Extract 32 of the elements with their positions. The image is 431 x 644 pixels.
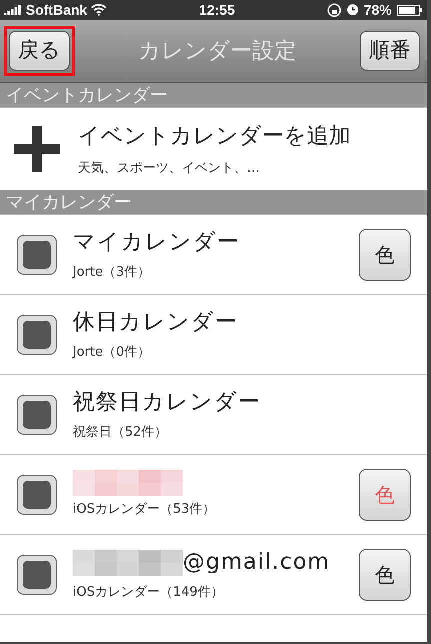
signal-icon [4, 4, 22, 16]
calendar-source: Jorte（3件） [73, 264, 152, 282]
calendar-source: 祝祭日（52件） [73, 424, 169, 442]
checkbox[interactable] [17, 474, 57, 514]
battery-icon [396, 4, 423, 16]
calendar-source: iOSカレンダー（149件） [73, 584, 225, 602]
checkbox[interactable] [17, 234, 57, 274]
back-button[interactable]: 戻る [9, 31, 70, 71]
calendar-source: Jorte（0件） [73, 344, 152, 362]
calendar-source: iOSカレンダー（53件） [73, 500, 217, 519]
rotation-lock-icon [326, 2, 342, 18]
carrier-label: SoftBank [26, 0, 88, 20]
checkbox[interactable] [17, 554, 57, 594]
clock: 12:55 [199, 0, 236, 20]
add-calendar-title: イベントカレンダーを追加 [78, 122, 351, 151]
section-header: マイカレンダー [0, 190, 427, 215]
section-header: イベントカレンダー [0, 83, 427, 108]
battery-percent: 78% [364, 0, 392, 20]
wifi-icon [91, 4, 108, 16]
alarm-clock-icon [346, 4, 359, 16]
color-button[interactable]: 色 [359, 548, 411, 600]
screen-title: カレンダー設定 [138, 38, 296, 66]
plus-icon [14, 126, 60, 172]
calendar-name: マイカレンダー [73, 229, 240, 258]
calendar-name: 休日カレンダー [73, 309, 238, 338]
calendar-name: @gmail.com [183, 549, 330, 578]
checkbox[interactable] [17, 314, 57, 354]
add-calendar-subtitle: 天気、スポーツ、イベント、… [78, 160, 261, 178]
color-button[interactable]: 色 [359, 228, 411, 280]
calendar-name: 祝祭日カレンダー [73, 389, 261, 418]
checkbox[interactable] [17, 394, 57, 434]
order-button[interactable]: 順番 [360, 31, 420, 71]
